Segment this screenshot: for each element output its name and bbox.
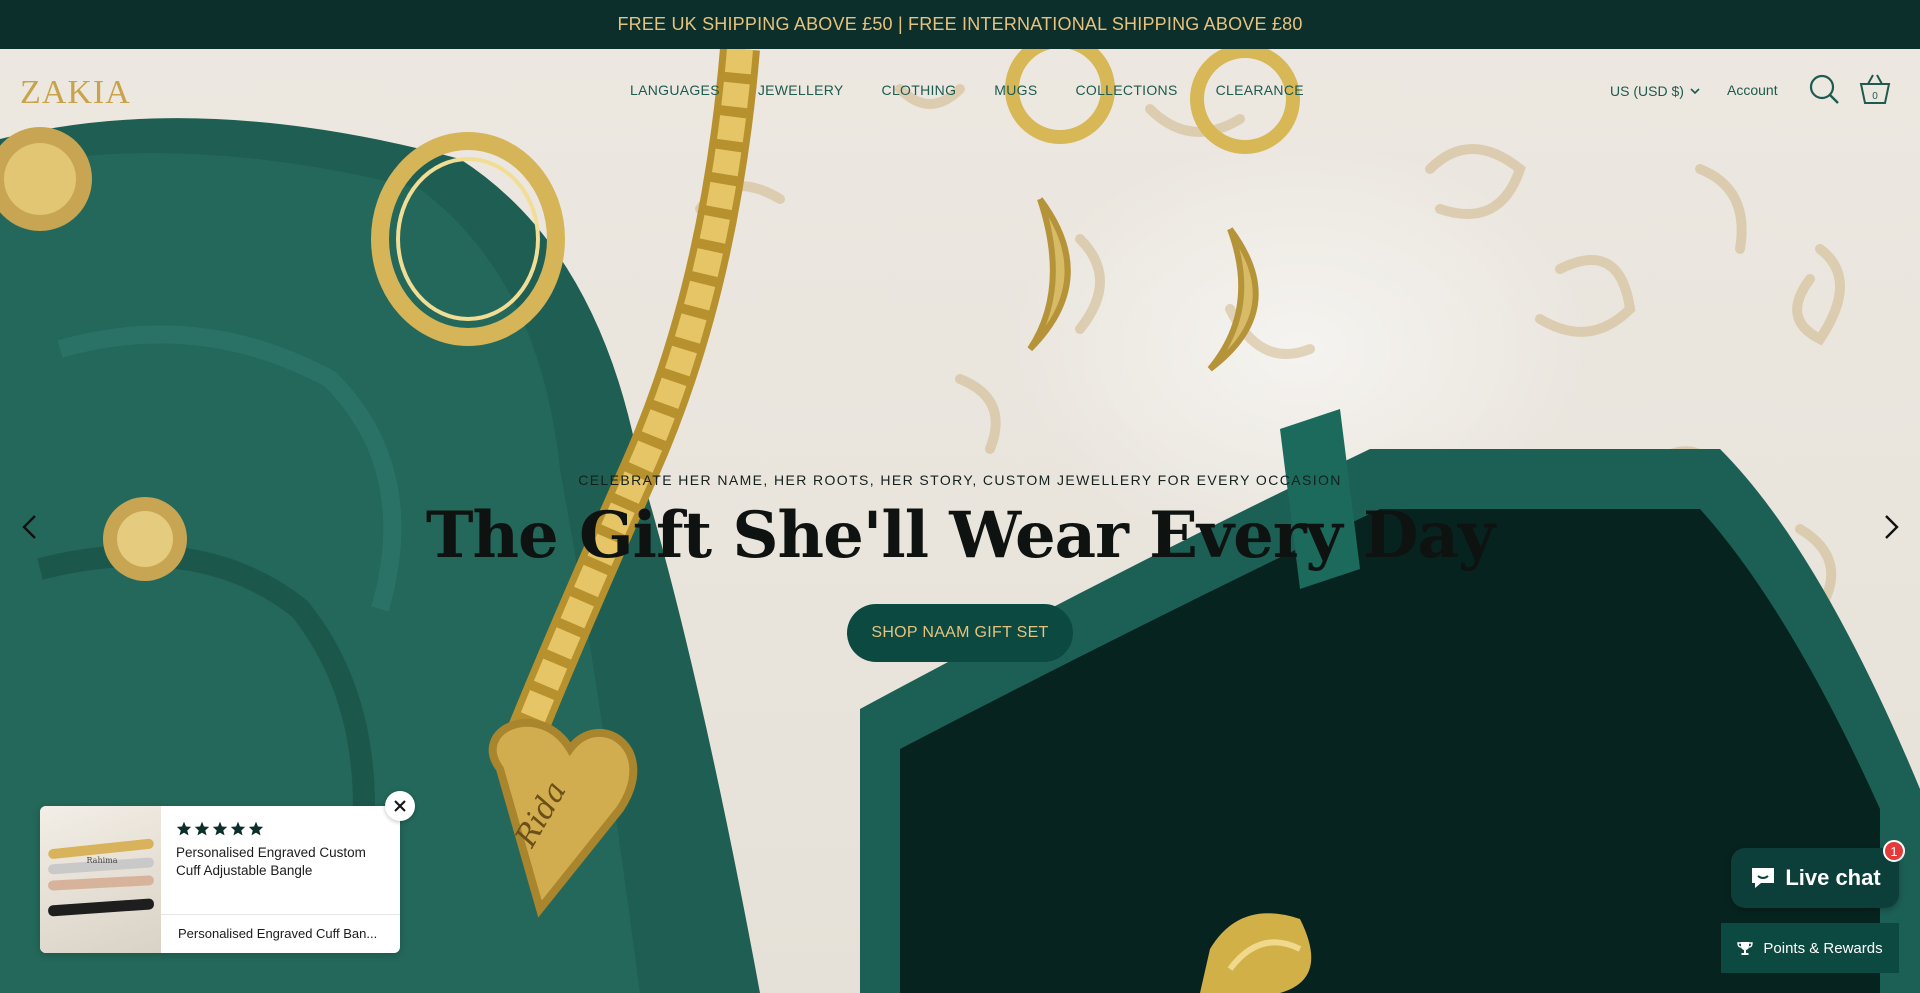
hero-headline: The Gift She'll Wear Every Day (425, 498, 1495, 573)
review-divider (161, 914, 400, 915)
star-icon (248, 821, 264, 836)
live-chat-button[interactable]: Live chat (1731, 848, 1899, 908)
announcement-bar: FREE UK SHIPPING ABOVE £50 | FREE INTERN… (0, 0, 1920, 49)
rewards-label: Points & Rewards (1763, 939, 1883, 957)
review-stars (176, 821, 264, 836)
hero-eyebrow: CELEBRATE HER NAME, HER ROOTS, HER STORY… (578, 472, 1342, 488)
main-nav: LANGUAGES JEWELLERY CLOTHING MUGS COLLEC… (630, 82, 1304, 98)
review-product-link[interactable]: Personalised Engraved Cuff Ban... (178, 926, 390, 941)
nav-item-clearance[interactable]: CLEARANCE (1216, 82, 1304, 98)
close-review-button[interactable] (385, 791, 415, 821)
nav-item-collections[interactable]: COLLECTIONS (1076, 82, 1178, 98)
review-popup[interactable]: Rahima Personalised Engraved Custom Cuff… (40, 806, 400, 953)
chevron-left-icon[interactable] (15, 512, 45, 542)
chevron-down-icon (1690, 88, 1700, 95)
star-icon (176, 821, 192, 836)
site-logo[interactable]: ZAKIA (20, 74, 131, 112)
nav-item-languages[interactable]: LANGUAGES (630, 82, 720, 98)
review-title: Personalised Engraved Custom Cuff Adjust… (176, 845, 366, 878)
account-link[interactable]: Account (1727, 82, 1778, 98)
search-icon[interactable] (1808, 73, 1840, 105)
trophy-icon (1737, 942, 1754, 955)
close-icon (394, 800, 406, 812)
nav-item-clothing[interactable]: CLOTHING (882, 82, 957, 98)
review-product-image: Rahima (40, 806, 161, 953)
star-icon (230, 821, 246, 836)
cart-count: 0 (1872, 91, 1878, 102)
nav-item-mugs[interactable]: MUGS (994, 82, 1037, 98)
shop-naam-gift-set-button[interactable]: SHOP NAAM GIFT SET (847, 604, 1073, 662)
chat-unread-badge: 1 (1883, 840, 1905, 862)
star-icon (212, 821, 228, 836)
site-header: ZAKIA LANGUAGES JEWELLERY CLOTHING MUGS … (0, 49, 1920, 133)
chat-bubble-icon (1752, 868, 1775, 888)
points-rewards-button[interactable]: Points & Rewards (1721, 923, 1899, 973)
announcement-text: FREE UK SHIPPING ABOVE £50 | FREE INTERN… (617, 14, 1303, 34)
star-icon (194, 821, 210, 836)
bangle-engraving: Rahima (86, 856, 117, 865)
basket-icon: 0 (1859, 74, 1891, 104)
chevron-right-icon[interactable] (1876, 512, 1906, 542)
live-chat-label: Live chat (1785, 865, 1881, 890)
currency-selector[interactable]: US (USD $) (1610, 83, 1700, 99)
nav-item-jewellery[interactable]: JEWELLERY (758, 82, 844, 98)
cart-button[interactable]: 0 (1858, 73, 1892, 105)
currency-label: US (USD $) (1610, 83, 1684, 99)
